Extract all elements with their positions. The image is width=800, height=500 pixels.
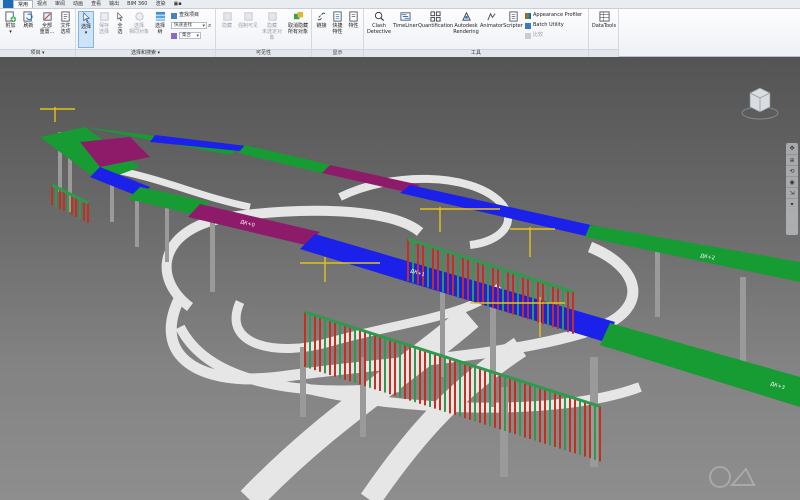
reset-icon xyxy=(42,12,52,21)
unhide-all-button[interactable]: 取消隐藏 所有对象 xyxy=(286,11,310,35)
refresh-button[interactable]: 刷新 xyxy=(20,11,37,29)
group-datatools: DataTools xyxy=(589,9,619,57)
group-display: 链接 快捷 特性 特性 显示 xyxy=(312,9,364,57)
viewcube-icon[interactable] xyxy=(738,79,782,123)
hide-button[interactable]: 隐藏 xyxy=(218,11,236,29)
nav-menu-icon[interactable]: ▾ xyxy=(786,198,798,209)
autodesk-rendering-button[interactable]: Autodesk Rendering xyxy=(453,11,479,35)
properties-button[interactable]: 特性 xyxy=(346,11,361,29)
append-icon xyxy=(5,11,16,22)
tab-review[interactable]: 审阅 xyxy=(51,0,69,8)
group-tools-title: 工具 xyxy=(364,49,588,57)
clash-detective-icon xyxy=(374,11,384,22)
link-icon xyxy=(317,12,326,21)
unhide-all-icon xyxy=(293,11,303,20)
sets-dropdown[interactable]: 集合 xyxy=(171,32,201,39)
timeliner-button[interactable]: TimeLiner xyxy=(393,11,418,29)
select-button[interactable]: 选择 ▾ xyxy=(78,11,94,48)
quantification-icon xyxy=(429,11,441,22)
crane-2 xyxy=(510,227,555,257)
scripter-button[interactable]: Scripter xyxy=(503,11,523,29)
hide-icon xyxy=(222,12,232,21)
save-selection-button[interactable]: 保存 选择 xyxy=(96,11,112,35)
tab-viewpoint[interactable]: 视点 xyxy=(33,0,51,8)
save-selection-icon xyxy=(99,12,109,21)
timeliner-icon xyxy=(399,12,411,21)
tab-home[interactable]: 常用 xyxy=(13,0,34,8)
group-project: 附加 ▾ 刷新 全部 重置... 文件 选项 项目 ▾ xyxy=(0,9,76,57)
select-all-icon xyxy=(116,12,123,21)
group-project-title[interactable]: 项目 ▾ xyxy=(0,49,75,57)
rendering-icon xyxy=(461,11,471,21)
require-button[interactable]: 强制可见 xyxy=(237,11,259,29)
links-button[interactable]: 链接 xyxy=(314,11,329,29)
tab-animation[interactable]: 动画 xyxy=(69,0,87,8)
compare-icon xyxy=(525,32,531,39)
find-items-button[interactable]: 查找项目 xyxy=(171,12,199,19)
quick-find-input[interactable]: 快速查找 xyxy=(171,22,207,29)
reset-all-button[interactable]: 全部 重置... xyxy=(38,11,56,35)
cursor-icon xyxy=(82,12,90,23)
group-tools: Clash Detective TimeLiner Quantification … xyxy=(364,9,589,57)
scripter-icon xyxy=(508,11,518,22)
walk-icon[interactable]: ⇲ xyxy=(786,187,798,198)
datatools-icon xyxy=(598,11,610,22)
3d-viewport[interactable]: ДК+0 ДК+1 ДК+2 ДК+3 ✥ ⊕ ⟲ ◉ ⇲ ▾ xyxy=(0,57,800,500)
group-visibility: 隐藏 强制可见 隐藏 未选定对象 取消隐藏 所有对象 可见性 xyxy=(216,9,312,57)
tab-output[interactable]: 输出 xyxy=(105,0,123,8)
group-select-title[interactable]: 选择和搜索 ▾ xyxy=(76,49,215,57)
batch-utility-button[interactable]: Batch Utility xyxy=(525,22,564,29)
file-options-button[interactable]: 文件 选项 xyxy=(57,11,74,35)
group-display-title: 显示 xyxy=(312,49,363,57)
animator-icon xyxy=(486,12,496,21)
zoom-icon[interactable]: ⊕ xyxy=(786,154,798,165)
select-same-button[interactable]: 选择 相同对象 xyxy=(128,11,150,35)
selection-tree-icon xyxy=(155,11,165,22)
tab-bim360[interactable]: BIM 360 xyxy=(123,0,151,8)
file-options-icon xyxy=(61,11,70,22)
refresh-icon xyxy=(23,11,33,22)
deck-section-green-4 xyxy=(585,225,800,282)
select-same-icon xyxy=(134,12,144,21)
group-datatools-title xyxy=(589,49,618,57)
appearance-profiler-icon xyxy=(525,12,531,19)
ribbon-tab-strip: 常用 视点 审阅 动画 查看 输出 BIM 360 渲染 ▣▪ xyxy=(0,0,800,9)
appearance-profiler-button[interactable]: Appearance Profiler xyxy=(525,12,582,19)
hide-unselected-button[interactable]: 隐藏 未选定对象 xyxy=(260,11,284,41)
orbit-icon[interactable]: ⟲ xyxy=(786,165,798,176)
pan-icon[interactable]: ✥ xyxy=(786,143,798,154)
ribbon-panel: 附加 ▾ 刷新 全部 重置... 文件 选项 项目 ▾ 选择 ▾ 保存 选择 全选 xyxy=(0,9,800,57)
group-visibility-title: 可见性 xyxy=(216,49,311,57)
group-select-search: 选择▾ 保存选择 全选 选择相同对象 选择树 查找项目 快速查找 ⌕ 集合 选择… xyxy=(76,9,216,57)
tab-view[interactable]: 查看 xyxy=(87,0,105,8)
append-button[interactable]: 附加 ▾ xyxy=(2,11,19,35)
clash-detective-button[interactable]: Clash Detective xyxy=(366,11,392,35)
find-items-icon xyxy=(171,12,177,19)
sets-icon xyxy=(171,32,177,39)
select-all-button[interactable]: 全选 xyxy=(113,11,127,35)
selection-tree-button[interactable]: 选择树 xyxy=(152,11,168,35)
look-icon[interactable]: ◉ xyxy=(786,176,798,187)
app-menu-button[interactable] xyxy=(3,0,13,8)
quantification-button[interactable]: Quantification xyxy=(418,11,453,29)
interchange-model: ДК+0 ДК+1 ДК+2 ДК+3 xyxy=(40,107,800,500)
navigation-bar: ✥ ⊕ ⟲ ◉ ⇲ ▾ xyxy=(786,143,798,235)
tab-render[interactable]: 渲染 xyxy=(151,0,169,8)
properties-icon xyxy=(349,11,358,22)
quick-properties-button[interactable]: 快捷 特性 xyxy=(330,11,345,35)
quick-properties-icon xyxy=(333,11,342,22)
compare-button[interactable]: 比较 xyxy=(525,32,543,39)
crane-5 xyxy=(40,107,75,122)
hide-unselected-icon xyxy=(267,12,277,21)
datatools-button[interactable]: DataTools xyxy=(591,11,617,29)
animator-button[interactable]: Animator xyxy=(480,11,503,29)
batch-utility-icon xyxy=(525,22,531,29)
quick-find-search-icon[interactable]: ⌕ xyxy=(208,22,211,30)
tab-extra[interactable]: ▣▪ xyxy=(169,0,185,8)
watermark-logo xyxy=(709,466,756,488)
require-icon xyxy=(243,12,253,21)
